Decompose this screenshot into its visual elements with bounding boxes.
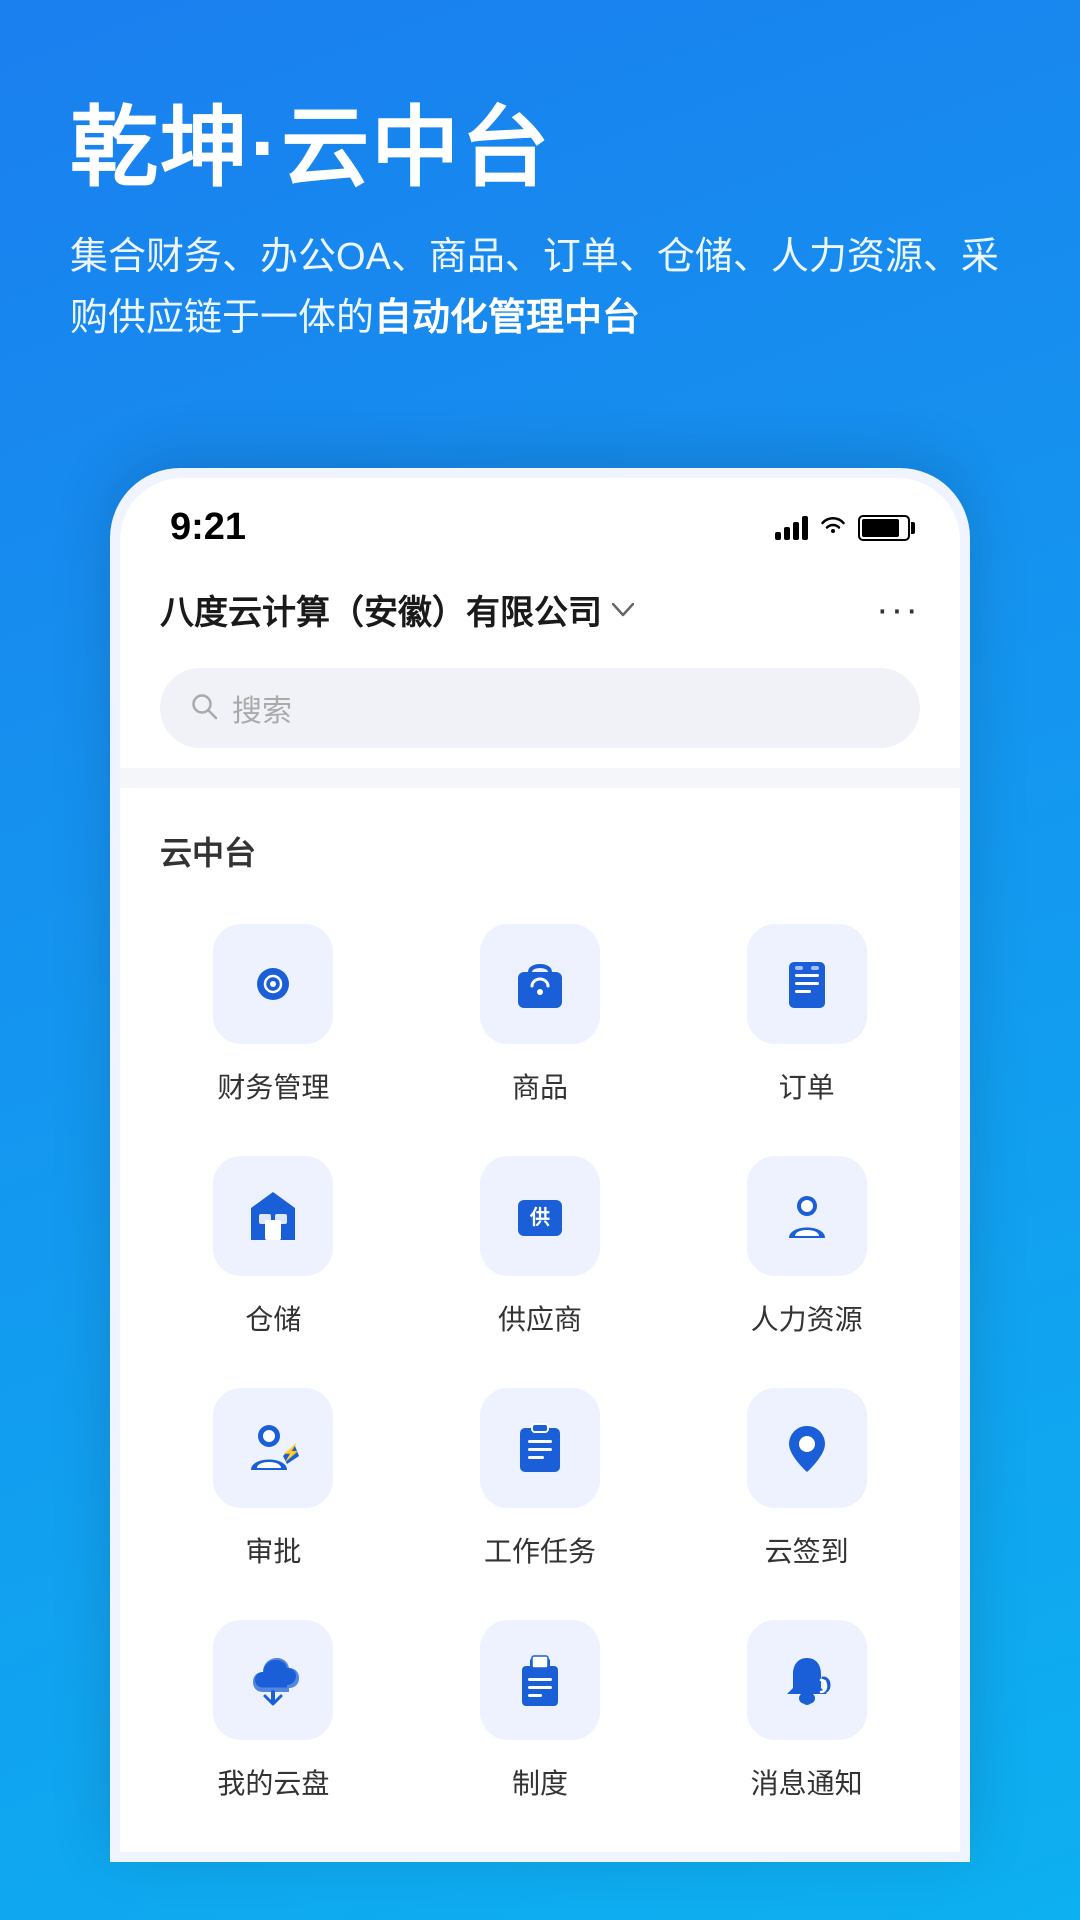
product-icon-box — [480, 924, 600, 1044]
policy-label: 制度 — [512, 1762, 568, 1802]
finance-icon-box — [213, 924, 333, 1044]
header-section: 乾坤·云中台 集合财务、办公OA、商品、订单、仓储、人力资源、采购供应链于一体的… — [0, 0, 1080, 408]
search-bar-container: 搜索 — [120, 654, 960, 768]
search-placeholder: 搜索 — [232, 686, 292, 730]
menu-item-supplier[interactable]: 供 供应商 — [417, 1156, 664, 1338]
supplier-icon-box: 供 — [480, 1156, 600, 1276]
task-label: 工作任务 — [484, 1530, 596, 1570]
menu-item-cloud[interactable]: 我的云盘 — [150, 1620, 397, 1802]
cloud-label: 我的云盘 — [217, 1762, 329, 1802]
battery-icon — [858, 515, 910, 541]
phone-mockup: 9:21 — [110, 468, 970, 1862]
company-name[interactable]: 八度云计算（安徽）有限公司 — [160, 585, 634, 634]
signal-bar-4 — [802, 516, 808, 540]
policy-icon-box — [480, 1620, 600, 1740]
product-label: 商品 — [512, 1066, 568, 1106]
menu-item-checkin[interactable]: 云签到 — [683, 1388, 930, 1570]
app-title: 乾坤·云中台 — [70, 100, 1010, 197]
supplier-label: 供应商 — [498, 1298, 582, 1338]
status-time: 9:21 — [170, 506, 246, 549]
chevron-down-icon[interactable] — [612, 597, 634, 623]
search-bar[interactable]: 搜索 — [160, 668, 920, 748]
battery-fill — [862, 519, 899, 537]
menu-item-task[interactable]: 工作任务 — [417, 1388, 664, 1570]
company-label: 八度云计算（安徽）有限公司 — [160, 585, 602, 634]
warehouse-label: 仓储 — [245, 1298, 301, 1338]
menu-item-hr[interactable]: 人力资源 — [683, 1156, 930, 1338]
cloud-icon-box — [213, 1620, 333, 1740]
more-options-button[interactable]: ··· — [876, 591, 920, 629]
menu-item-product[interactable]: 商品 — [417, 924, 664, 1106]
finance-label: 财务管理 — [217, 1066, 329, 1106]
warehouse-icon-box — [213, 1156, 333, 1276]
section-title: 云中台 — [150, 828, 930, 874]
hr-icon-box — [747, 1156, 867, 1276]
signal-bar-3 — [793, 522, 799, 540]
app-header: 八度云计算（安徽）有限公司 ··· — [120, 565, 960, 654]
notify-label: 消息通知 — [751, 1762, 863, 1802]
approval-label: 审批 — [245, 1530, 301, 1570]
menu-item-approval[interactable]: ⚡ 审批 — [150, 1388, 397, 1570]
wifi-icon — [818, 512, 848, 544]
main-content: 云中台 财务管理 — [120, 788, 960, 1852]
menu-item-order[interactable]: 订单 — [683, 924, 930, 1106]
status-bar: 9:21 — [120, 478, 960, 565]
notify-icon-box — [747, 1620, 867, 1740]
signal-bar-2 — [784, 527, 790, 540]
signal-icon — [775, 516, 808, 540]
svg-text:供: 供 — [529, 1205, 550, 1229]
search-icon — [190, 692, 218, 725]
order-label: 订单 — [779, 1066, 835, 1106]
app-subtitle: 集合财务、办公OA、商品、订单、仓储、人力资源、采购供应链于一体的自动化管理中台 — [70, 227, 1010, 349]
approval-icon-box: ⚡ — [213, 1388, 333, 1508]
status-icons — [775, 512, 910, 544]
menu-item-finance[interactable]: 财务管理 — [150, 924, 397, 1106]
menu-item-policy[interactable]: 制度 — [417, 1620, 664, 1802]
checkin-icon-box — [747, 1388, 867, 1508]
task-icon-box — [480, 1388, 600, 1508]
subtitle-bold: 自动化管理中台 — [374, 297, 640, 339]
icon-grid: 财务管理 商品 — [150, 924, 930, 1802]
checkin-label: 云签到 — [765, 1530, 849, 1570]
order-icon-box — [747, 924, 867, 1044]
menu-item-notify[interactable]: 消息通知 — [683, 1620, 930, 1802]
hr-label: 人力资源 — [751, 1298, 863, 1338]
signal-bar-1 — [775, 532, 781, 540]
svg-text:⚡: ⚡ — [281, 1443, 301, 1462]
menu-item-warehouse[interactable]: 仓储 — [150, 1156, 397, 1338]
phone-inner: 9:21 — [120, 478, 960, 1852]
